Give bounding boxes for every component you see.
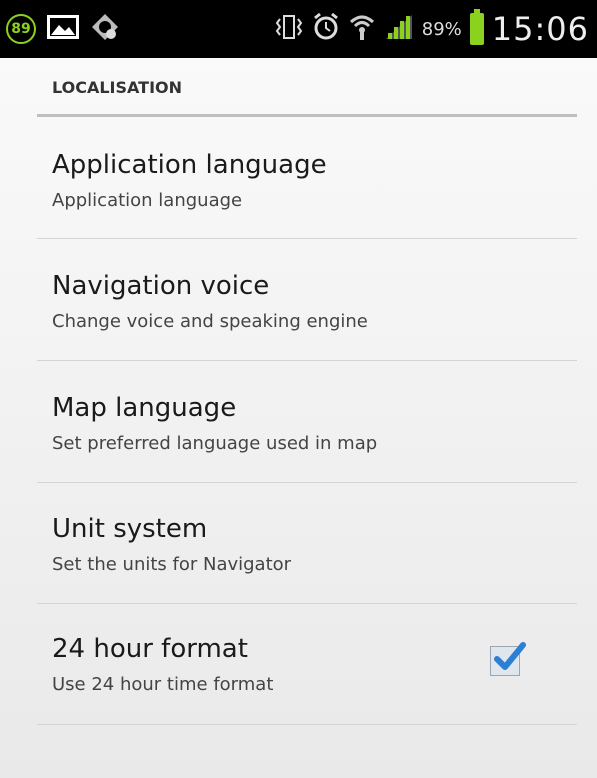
section-divider <box>37 114 577 117</box>
setting-summary: Set the units for Navigator <box>52 554 292 575</box>
setting-summary: Application language <box>52 190 243 211</box>
image-icon <box>46 13 80 45</box>
setting-summary: Set preferred language used in map <box>52 433 378 454</box>
setting-unit-system[interactable]: Unit system Set the units for Navigator <box>0 482 597 602</box>
notification-count-icon: 89 <box>6 14 36 44</box>
status-bar-left: 89 <box>6 12 120 46</box>
setting-summary: Change voice and speaking engine <box>52 311 368 332</box>
setting-title: 24 hour format <box>52 634 248 664</box>
setting-title: Map language <box>52 393 237 423</box>
24-hour-format-checkbox[interactable] <box>490 642 526 676</box>
setting-summary: Use 24 hour time format <box>52 674 274 695</box>
checkmark-icon <box>494 642 526 670</box>
setting-application-language[interactable]: Application language Application languag… <box>0 118 597 238</box>
setting-title: Navigation voice <box>52 271 270 301</box>
setting-title: Unit system <box>52 514 208 544</box>
setting-title: Application language <box>52 150 327 180</box>
vibrate-icon <box>274 13 304 45</box>
wifi-icon <box>348 12 376 46</box>
status-bar-right: 89% 15:06 <box>274 9 589 48</box>
signal-icon <box>384 13 414 45</box>
battery-icon <box>469 9 484 45</box>
battery-percent: 89% <box>421 18 462 40</box>
section-header-localisation: LOCALISATION <box>52 78 183 97</box>
vpn-icon <box>90 12 120 46</box>
clock: 15:06 <box>491 10 589 48</box>
setting-map-language[interactable]: Map language Set preferred language used… <box>0 361 597 481</box>
setting-navigation-voice[interactable]: Navigation voice Change voice and speaki… <box>0 239 597 359</box>
status-bar: 89 89% 15:06 <box>0 0 597 58</box>
alarm-icon <box>312 12 340 46</box>
list-divider <box>37 724 577 725</box>
